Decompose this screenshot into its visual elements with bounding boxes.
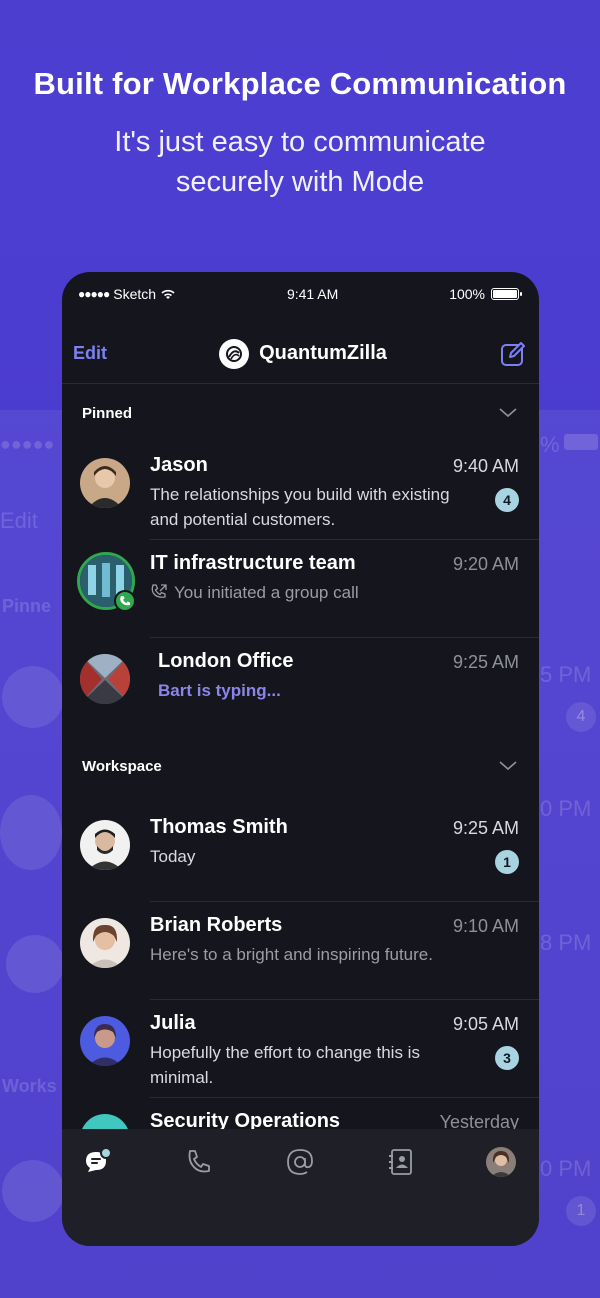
- chat-time: 9:40 AM: [452, 456, 519, 476]
- chat-row-thomas-smith[interactable]: Thomas Smith 9:25 AM Today 1: [62, 804, 539, 902]
- chat-time: 9:10 AM: [452, 916, 519, 936]
- mentions-icon: [287, 1149, 313, 1175]
- section-workspace-label: Workspace: [82, 757, 162, 775]
- promo-subline-line-2: securely with Mode: [175, 166, 425, 198]
- section-pinned-label: Pinned: [82, 404, 133, 422]
- edit-button[interactable]: Edit: [73, 343, 107, 364]
- unread-badge: 4: [495, 488, 519, 512]
- ghost-battery: [564, 434, 598, 450]
- contacts-icon: [389, 1149, 412, 1175]
- chat-time: 9:20 AM: [452, 554, 519, 574]
- compose-icon[interactable]: [499, 340, 527, 368]
- chat-preview: You initiated a group call: [174, 583, 359, 602]
- carrier-name: Sketch: [113, 286, 157, 302]
- chat-name: Thomas Smith: [150, 816, 288, 838]
- chat-preview-call: You initiated a group call: [150, 580, 480, 605]
- typing-indicator: Bart is typing...: [158, 681, 281, 700]
- chat-preview: Hopefully the effort to change this is m…: [150, 1043, 420, 1087]
- status-time: 9:41 AM: [286, 286, 339, 302]
- ghost-time: 5 PM: [540, 662, 592, 687]
- battery-icon: [491, 288, 522, 300]
- ghost-percent: %: [540, 432, 560, 457]
- status-bar: ●●●●● Sketch 9:41 AM 100%: [62, 272, 539, 316]
- avatar: [80, 458, 130, 508]
- chat-time: 9:25 AM: [452, 818, 519, 838]
- promo-headline: Built for Workplace Communication: [33, 66, 567, 101]
- ghost-avatar: [2, 1160, 64, 1222]
- ghost-workspace: Works: [2, 1076, 57, 1096]
- chat-name: IT infrastructure team: [150, 552, 356, 574]
- section-workspace[interactable]: Workspace: [62, 746, 539, 786]
- tab-chats[interactable]: [82, 1147, 112, 1177]
- tab-bar: [62, 1129, 539, 1246]
- workspace-name: QuantumZilla: [259, 342, 387, 364]
- avatar: [80, 1016, 130, 1066]
- status-carrier: ●●●●● Sketch: [78, 286, 176, 302]
- phone-icon: [188, 1150, 210, 1173]
- chat-name: Jason: [150, 454, 208, 476]
- call-status-icon: [114, 590, 136, 612]
- tab-calls[interactable]: [184, 1147, 214, 1177]
- chat-name: Julia: [150, 1012, 196, 1034]
- unread-badge: 3: [495, 1046, 519, 1070]
- chevron-down-icon[interactable]: [499, 761, 517, 771]
- promo-subline: It's just easy to communicate securely w…: [0, 122, 600, 202]
- battery-percent: 100%: [449, 286, 485, 302]
- status-battery-group: 100%: [449, 286, 522, 302]
- chat-name: London Office: [158, 650, 294, 672]
- chat-time: 9:25 AM: [452, 652, 519, 672]
- ghost-time: 0 PM: [540, 796, 592, 821]
- ghost-badge: 1: [566, 1196, 596, 1226]
- chat-preview: Here's to a bright and inspiring future.: [150, 945, 433, 964]
- signal-dots-icon: ●●●●●: [78, 287, 110, 301]
- nav-bar: Edit QuantumZilla: [62, 324, 539, 384]
- wifi-icon: [161, 289, 175, 299]
- profile-avatar: [486, 1147, 516, 1177]
- section-pinned[interactable]: Pinned: [62, 393, 539, 433]
- ghost-avatar: [0, 795, 62, 870]
- chat-row-jason[interactable]: Jason 9:40 AM The relationships you buil…: [62, 442, 539, 540]
- tab-mentions[interactable]: [285, 1147, 315, 1177]
- chat-row-it-infrastructure[interactable]: IT infrastructure team 9:20 AM You initi…: [62, 540, 539, 638]
- workspace-logo-icon: [219, 338, 250, 369]
- avatar: [80, 820, 130, 870]
- tab-profile[interactable]: [486, 1147, 516, 1177]
- ghost-time: 8 PM: [540, 930, 592, 955]
- ghost-edit: Edit: [0, 508, 38, 533]
- chevron-down-icon[interactable]: [499, 408, 517, 418]
- avatar: [80, 654, 130, 704]
- workspace-switcher[interactable]: QuantumZilla: [219, 338, 387, 369]
- chat-preview: The relationships you build with existin…: [150, 485, 450, 529]
- outgoing-call-icon: [151, 584, 167, 598]
- chat-name: Brian Roberts: [150, 914, 283, 936]
- chat-row-brian-roberts[interactable]: Brian Roberts 9:10 AM Here's to a bright…: [62, 902, 539, 1000]
- ghost-time: 0 PM: [540, 1156, 592, 1181]
- ghost-dots: ●●●●●: [0, 434, 55, 454]
- phone-screen: ●●●●● Sketch 9:41 AM 100% Edit QuantumZi…: [62, 272, 539, 1246]
- avatar: [80, 918, 130, 968]
- ghost-avatar: [6, 935, 64, 993]
- ghost-avatar: [2, 666, 64, 728]
- promo-subline-line-1: It's just easy to communicate: [114, 126, 486, 158]
- chat-row-julia[interactable]: Julia 9:05 AM Hopefully the effort to ch…: [62, 1000, 539, 1098]
- chats-icon: [86, 1147, 112, 1172]
- chat-row-london-office[interactable]: London Office 9:25 AM Bart is typing...: [62, 638, 539, 736]
- unread-badge: 1: [495, 850, 519, 874]
- ghost-pinned: Pinne: [2, 596, 52, 616]
- ghost-badge: 4: [566, 702, 596, 732]
- chat-preview: Today: [150, 847, 196, 866]
- chat-time: 9:05 AM: [452, 1014, 519, 1034]
- tab-contacts[interactable]: [386, 1147, 416, 1177]
